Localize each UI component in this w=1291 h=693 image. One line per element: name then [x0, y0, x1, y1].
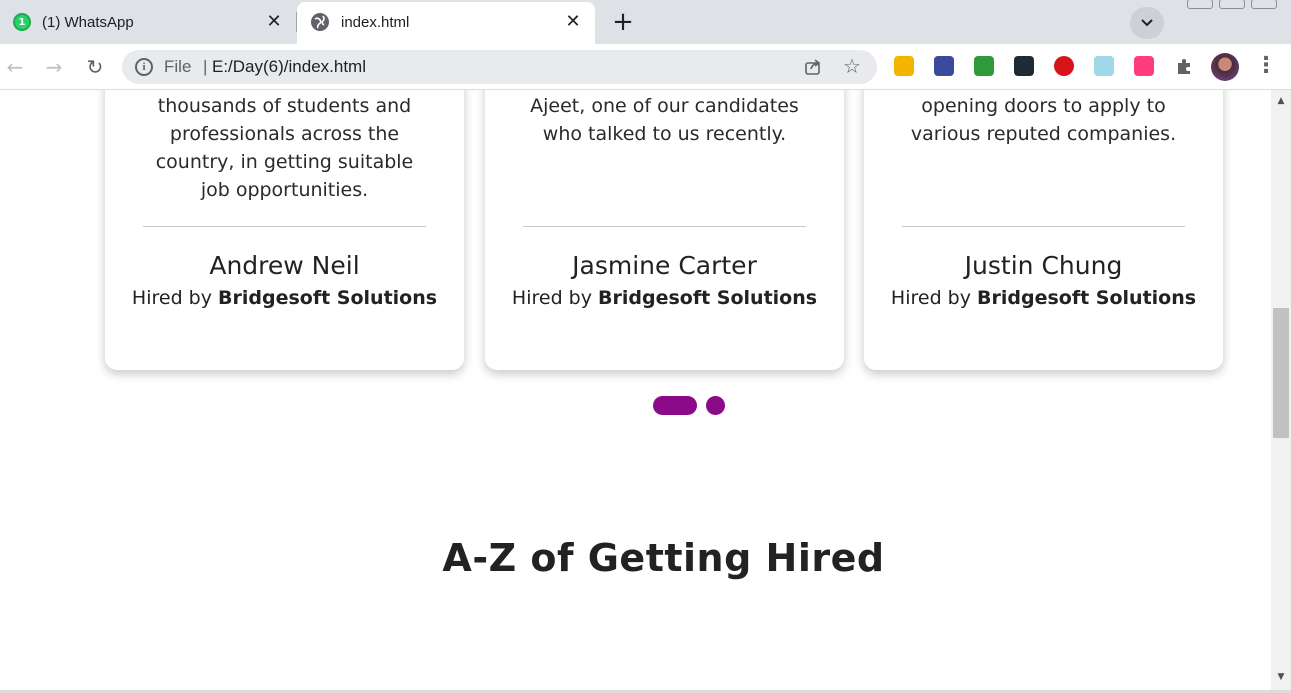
- ext-folder-icon[interactable]: [894, 56, 914, 76]
- reload-button[interactable]: ↻: [82, 54, 108, 80]
- card-divider: [523, 226, 806, 227]
- carousel-dot[interactable]: [706, 396, 725, 415]
- whatsapp-icon: 1: [13, 13, 31, 31]
- scroll-down-arrow-icon[interactable]: ▼: [1271, 670, 1291, 684]
- card-divider: [902, 226, 1185, 227]
- browser-menu-icon[interactable]: ⋮: [1255, 53, 1277, 81]
- person-name: Jasmine Carter: [572, 251, 757, 280]
- url-separator: |: [203, 57, 208, 76]
- forward-button[interactable]: →: [41, 54, 67, 80]
- ext-music-icon[interactable]: [1134, 56, 1154, 76]
- address-bar[interactable]: i File | E:/Day(6)/index.html ☆: [122, 50, 877, 84]
- company-name: Bridgesoft Solutions: [977, 287, 1197, 309]
- close-tab-icon[interactable]: ✕: [563, 12, 583, 32]
- hired-by-text: Hired by Bridgesoft Solutions: [131, 287, 438, 309]
- testimonial-card: thousands of students and professionals …: [105, 90, 464, 370]
- section-heading: A-Z of Getting Hired: [442, 536, 885, 580]
- ext-terminal-icon[interactable]: [1014, 56, 1034, 76]
- hired-by-text: Hired by Bridgesoft Solutions: [890, 287, 1197, 309]
- ext-tomato-icon[interactable]: [974, 56, 994, 76]
- url-scheme: File: [164, 57, 192, 76]
- hired-by-text: Hired by Bridgesoft Solutions: [511, 287, 818, 309]
- person-name: Andrew Neil: [209, 251, 360, 280]
- testimonial-card: opening doors to apply to various repute…: [864, 90, 1223, 370]
- extensions-puzzle-icon[interactable]: [1174, 56, 1194, 76]
- ext-clip-icon[interactable]: [1094, 56, 1114, 76]
- info-icon[interactable]: i: [135, 58, 153, 76]
- profile-avatar[interactable]: [1211, 53, 1239, 81]
- vertical-scrollbar[interactable]: ▲ ▼: [1271, 90, 1291, 690]
- ext-screen-icon[interactable]: [934, 56, 954, 76]
- tab-index-html[interactable]: index.html ✕: [297, 2, 595, 44]
- bookmark-star-icon[interactable]: ☆: [843, 55, 861, 77]
- testimonial-quote: thousands of students and professionals …: [155, 95, 414, 201]
- card-divider: [143, 226, 426, 227]
- ext-ask-icon[interactable]: [1054, 56, 1074, 76]
- carousel-dot-active[interactable]: [653, 396, 697, 415]
- scroll-up-arrow-icon[interactable]: ▲: [1271, 94, 1291, 108]
- page-viewport: thousands of students and professionals …: [0, 90, 1271, 690]
- tab-whatsapp[interactable]: 1 (1) WhatsApp ✕: [0, 2, 296, 44]
- tab-strip: 1 (1) WhatsApp ✕ index.html ✕ +: [0, 0, 1291, 44]
- scrollbar-thumb[interactable]: [1273, 308, 1289, 438]
- person-name: Justin Chung: [964, 251, 1123, 280]
- company-name: Bridgesoft Solutions: [598, 287, 818, 309]
- tab-title: index.html: [341, 14, 410, 31]
- url-text[interactable]: E:/Day(6)/index.html: [212, 57, 366, 77]
- close-tab-icon[interactable]: ✕: [264, 12, 284, 32]
- new-tab-button[interactable]: +: [605, 8, 641, 38]
- testimonial-quote: opening doors to apply to various repute…: [910, 95, 1177, 145]
- testimonial-card: Ajeet, one of our candidates who talked …: [485, 90, 844, 370]
- share-icon[interactable]: [804, 58, 822, 76]
- back-button[interactable]: ←: [2, 54, 28, 80]
- chevron-down-icon: [1141, 19, 1153, 27]
- tab-search-button[interactable]: [1130, 7, 1164, 39]
- globe-icon: [311, 13, 329, 31]
- testimonial-quote: Ajeet, one of our candidates who talked …: [530, 95, 799, 145]
- browser-toolbar: ← → ↻ i File | E:/Day(6)/index.html ☆ ⋮: [0, 44, 1291, 90]
- tab-title: (1) WhatsApp: [42, 14, 134, 31]
- window-controls[interactable]: [1181, 0, 1291, 9]
- company-name: Bridgesoft Solutions: [218, 287, 438, 309]
